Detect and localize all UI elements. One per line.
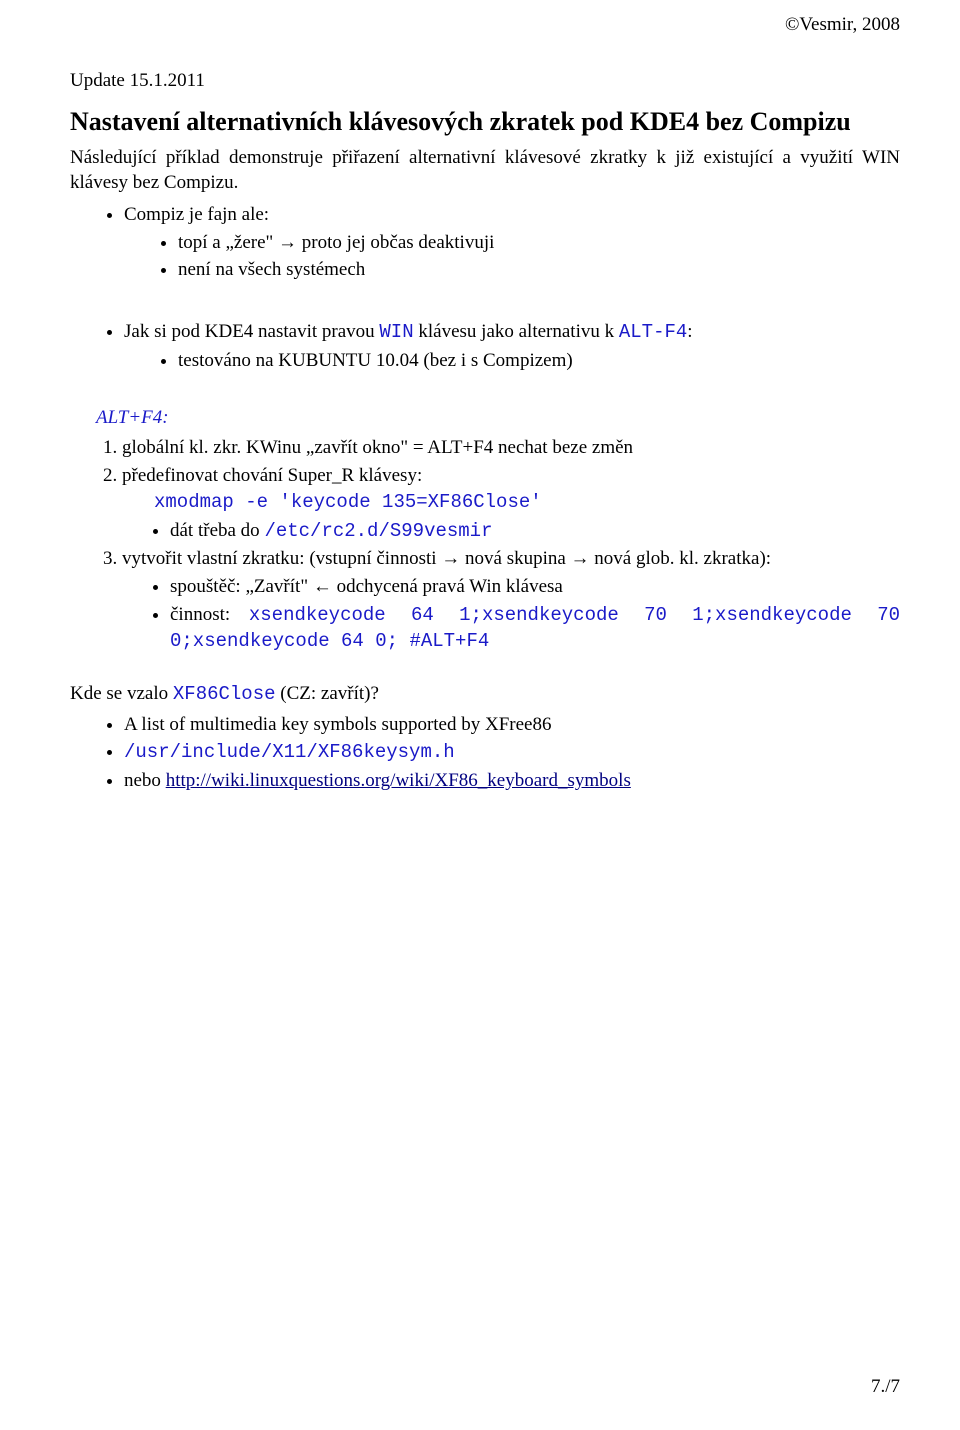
numbered-steps: globální kl. zkr. KWinu „zavřít okno" = …: [70, 435, 900, 655]
list-item: není na všech systémech: [178, 257, 900, 283]
page: ©Vesmir, 2008 Update 15.1.2011 Nastavení…: [0, 0, 960, 1430]
code-inline: ALT-F4: [619, 321, 687, 343]
question-line: Kde se vzalo XF86Close (CZ: zavřít)?: [70, 681, 900, 708]
list-text: činnost:: [170, 604, 230, 625]
list-item: Jak si pod KDE4 nastavit pravou WIN kláv…: [124, 319, 900, 373]
code-line: xmodmap -e 'keycode 135=XF86Close': [154, 490, 900, 516]
list-text: :: [687, 321, 692, 342]
sub-list: testováno na KUBUNTU 10.04 (bez i s Comp…: [124, 348, 900, 374]
code-inline: /usr/include/X11/XF86keysym.h: [124, 741, 455, 763]
list-item: Compiz je fajn ale: topí a „žere" → prot…: [124, 202, 900, 283]
list-text: vytvořit vlastní zkratku: (vstupní činno…: [122, 548, 771, 569]
list-text: Jak si pod KDE4 nastavit pravou: [124, 321, 379, 342]
bullet-list-compiz: Compiz je fajn ale: topí a „žere" → prot…: [70, 202, 900, 283]
list-item: /usr/include/X11/XF86keysym.h: [124, 739, 900, 766]
list-text: dát třeba do: [170, 520, 264, 541]
section-label: ALT+F4:: [96, 405, 900, 431]
footer-list: A list of multimedia key symbols support…: [70, 712, 900, 794]
list-item: předefinovat chování Super_R klávesy: xm…: [122, 463, 900, 545]
list-item: nebo http://wiki.linuxquestions.org/wiki…: [124, 768, 900, 794]
list-item: globální kl. zkr. KWinu „zavřít okno" = …: [122, 435, 900, 461]
list-text: klávesu jako alternativu k: [414, 321, 619, 342]
page-title: Nastavení alternativních klávesových zkr…: [70, 104, 900, 139]
list-text: Kde se vzalo: [70, 683, 173, 704]
intro-paragraph: Následující příklad demonstruje přiřazen…: [70, 145, 900, 196]
sub-list: spouštěč: „Zavřít" ← odchycená pravá Win…: [122, 574, 900, 655]
code-inline: /etc/rc2.d/S99vesmir: [264, 520, 492, 542]
sub-list: dát třeba do /etc/rc2.d/S99vesmir: [122, 518, 900, 545]
bullet-list-jak: Jak si pod KDE4 nastavit pravou WIN kláv…: [70, 319, 900, 373]
list-item: činnost: xsendkeycode 64 1;xsendkeycode …: [170, 602, 900, 655]
copyright-header: ©Vesmir, 2008: [785, 12, 900, 38]
code-inline: XF86Close: [173, 683, 276, 705]
list-text: nebo: [124, 770, 166, 791]
code-inline: WIN: [379, 321, 413, 343]
list-item: dát třeba do /etc/rc2.d/S99vesmir: [170, 518, 900, 545]
code-inline: xsendkeycode 64 1;xsendkeycode 70 1;xsen…: [170, 604, 900, 653]
list-item: topí a „žere" → proto jej občas deaktivu…: [178, 230, 900, 256]
page-number: 7./7: [871, 1374, 900, 1400]
list-item: spouštěč: „Zavřít" ← odchycená pravá Win…: [170, 574, 900, 600]
list-item: testováno na KUBUNTU 10.04 (bez i s Comp…: [178, 348, 900, 374]
external-link[interactable]: http://wiki.linuxquestions.org/wiki/XF86…: [166, 770, 631, 791]
list-item: A list of multimedia key symbols support…: [124, 712, 900, 738]
list-text: (CZ: zavřít)?: [276, 683, 379, 704]
list-text: Compiz je fajn ale:: [124, 204, 269, 225]
update-line: Update 15.1.2011: [70, 68, 900, 94]
sub-list: topí a „žere" → proto jej občas deaktivu…: [124, 230, 900, 283]
list-item: vytvořit vlastní zkratku: (vstupní činno…: [122, 546, 900, 655]
list-text: předefinovat chování Super_R klávesy:: [122, 465, 422, 486]
